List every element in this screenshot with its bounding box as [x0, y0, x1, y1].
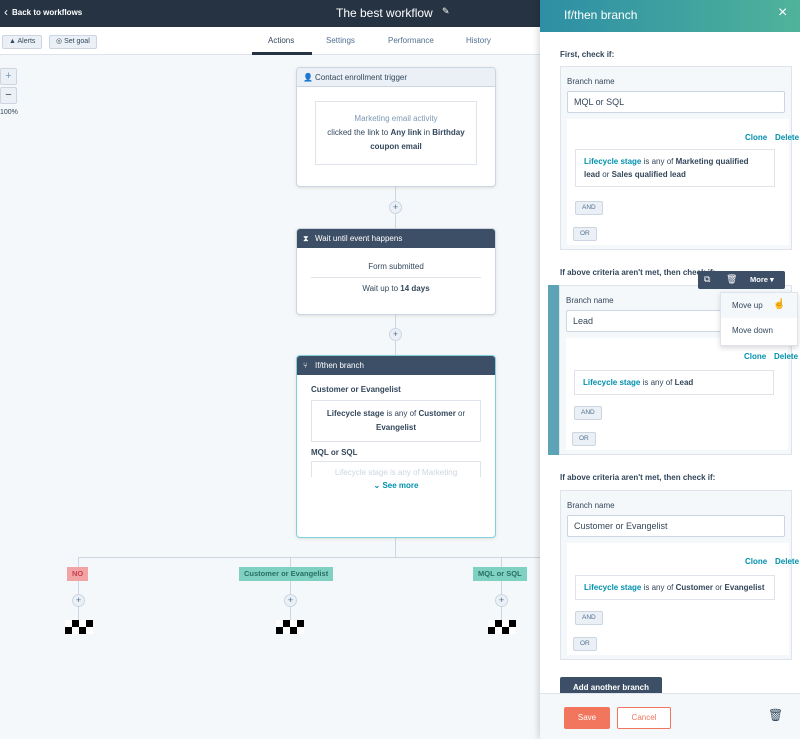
node-header: 👤 Contact enrollment trigger [297, 68, 495, 87]
back-to-workflows-link[interactable]: Back to workflows [12, 8, 82, 17]
active-tab-indicator [252, 52, 312, 55]
add-action-button[interactable]: + [284, 594, 297, 607]
branch-card: Branch name Customer or Evangelist Clone… [560, 490, 799, 660]
drag-handle[interactable] [548, 285, 559, 455]
alerts-label: Alerts [17, 38, 36, 45]
alerts-button[interactable]: ▲ Alerts [2, 35, 43, 49]
filter-group: Clone Delete Lifecycle stage is any of L… [566, 338, 798, 450]
trigger-description: clicked the link to Any link in Birthday… [327, 128, 465, 151]
branch-icon: ⑂ [303, 361, 308, 370]
more-dropdown[interactable]: More ▾ [750, 275, 774, 284]
end-flag-icon [276, 620, 304, 634]
hourglass-icon: ⧗ [303, 234, 309, 243]
target-icon: ◎ [56, 38, 65, 45]
branch-name-input[interactable]: Customer or Evangelist [567, 515, 785, 537]
or-button[interactable]: OR [573, 227, 597, 241]
trigger-category: Marketing email activity [354, 114, 438, 123]
delete-link[interactable]: Delete [775, 133, 799, 142]
branch-tag-mql-sql[interactable]: MQL or SQL [473, 567, 527, 581]
panel-footer: Save Cancel 🗑 [540, 693, 800, 739]
menu-item-move-up[interactable]: Move up [721, 293, 797, 318]
node-title: Contact enrollment trigger [315, 73, 408, 82]
branch-name: Customer or Evangelist [311, 385, 401, 394]
zoom-level: 100% [0, 109, 18, 116]
branch-tag-no[interactable]: NO [67, 567, 89, 581]
branch-panel: If/then branch × First, check if: Branch… [540, 0, 800, 739]
branch-toolbar: ⧉ 🗑 More ▾ [698, 271, 785, 289]
clone-link[interactable]: Clone [744, 352, 766, 361]
if-then-branch-node[interactable]: ⑂ If/then branch Customer or Evangelist L… [296, 355, 496, 538]
next-check-label: If above criteria aren't met, then check… [560, 268, 716, 277]
zoom-in-button[interactable]: + [0, 68, 17, 85]
branch-name-label: Branch name [566, 296, 614, 305]
branch-card: Branch name MQL or SQL Clone Delete Life… [560, 66, 799, 250]
node-title: If/then branch [315, 361, 364, 370]
trash-icon[interactable]: 🗑 [768, 708, 783, 722]
warning-icon: ▲ [9, 38, 18, 45]
set-goal-label: Set goal [64, 38, 90, 45]
clone-link[interactable]: Clone [745, 557, 767, 566]
delete-link[interactable]: Delete [775, 557, 799, 566]
panel-header: If/then branch × [540, 0, 800, 32]
node-header: ⧗ Wait until event happens [297, 229, 495, 248]
or-button[interactable]: OR [572, 432, 596, 446]
wait-node[interactable]: ⧗ Wait until event happens Form submitted… [296, 228, 496, 315]
tab-settings[interactable]: Settings [326, 36, 355, 45]
node-title: Wait until event happens [315, 234, 403, 243]
contact-icon: 👤 [303, 73, 313, 82]
sub-bar: ▲ Alerts ◎ Set goal Actions Settings Per… [0, 27, 540, 55]
end-flag-icon [488, 620, 516, 634]
branch-name-label: Branch name [567, 501, 615, 510]
add-action-button[interactable]: + [389, 328, 402, 341]
chevron-left-icon[interactable]: ‹ [4, 5, 8, 19]
workflow-title[interactable]: The best workflow [336, 6, 433, 20]
or-button[interactable]: OR [573, 637, 597, 651]
and-button[interactable]: AND [574, 406, 602, 420]
branch-tag-customer-evangelist[interactable]: Customer or Evangelist [239, 567, 334, 581]
more-menu: Move up Move down ☝ [720, 292, 798, 346]
branch-name-label: Branch name [567, 77, 615, 86]
wait-duration: Wait up to 14 days [311, 277, 481, 293]
branch-name-input[interactable]: MQL or SQL [567, 91, 785, 113]
branch-condition: Lifecycle stage is any of Customer or Ev… [311, 400, 481, 442]
save-button[interactable]: Save [564, 707, 610, 729]
add-action-button[interactable]: + [495, 594, 508, 607]
and-button[interactable]: AND [575, 611, 603, 625]
see-more-link[interactable]: ⌄ See more [297, 481, 495, 490]
clone-link[interactable]: Clone [745, 133, 767, 142]
filter-condition[interactable]: Lifecycle stage is any of Marketing qual… [575, 149, 775, 187]
add-action-button[interactable]: + [72, 594, 85, 607]
pencil-icon[interactable]: ✎ [442, 6, 450, 17]
panel-title: If/then branch [564, 8, 638, 22]
delete-link[interactable]: Delete [774, 352, 798, 361]
add-action-button[interactable]: + [389, 201, 402, 214]
close-icon[interactable]: × [778, 4, 787, 22]
cancel-button[interactable]: Cancel [617, 707, 671, 729]
filter-condition[interactable]: Lifecycle stage is any of Lead [574, 370, 774, 395]
wait-event: Form submitted [368, 262, 424, 271]
zoom-out-button[interactable]: − [0, 87, 17, 104]
tab-history[interactable]: History [466, 36, 491, 45]
branch-condition-preview: Lifecycle stage is any of Marketing [311, 461, 481, 477]
copy-icon[interactable]: ⧉ [704, 274, 710, 285]
tab-performance[interactable]: Performance [388, 36, 434, 45]
and-button[interactable]: AND [575, 201, 603, 215]
tab-actions[interactable]: Actions [268, 36, 294, 45]
connector [78, 557, 540, 558]
filter-group: Clone Delete Lifecycle stage is any of C… [567, 543, 799, 655]
next-check-label: If above criteria aren't met, then check… [560, 473, 716, 482]
trash-icon[interactable]: 🗑 [726, 274, 737, 285]
set-goal-button[interactable]: ◎ Set goal [49, 35, 97, 49]
menu-item-move-down[interactable]: Move down [721, 318, 797, 343]
branch-name: MQL or SQL [311, 448, 358, 457]
top-bar: ‹ Back to workflows The best workflow ✎ [0, 0, 540, 27]
filter-condition[interactable]: Lifecycle stage is any of Customer or Ev… [575, 575, 775, 600]
pointer-cursor-icon: ☝ [773, 299, 786, 310]
enrollment-trigger-node[interactable]: 👤 Contact enrollment trigger Marketing em… [296, 67, 496, 187]
filter-group: Clone Delete Lifecycle stage is any of M… [567, 119, 799, 245]
node-header: ⑂ If/then branch [297, 356, 495, 375]
first-check-label: First, check if: [560, 50, 615, 59]
connector [395, 537, 396, 557]
end-flag-icon [65, 620, 93, 634]
